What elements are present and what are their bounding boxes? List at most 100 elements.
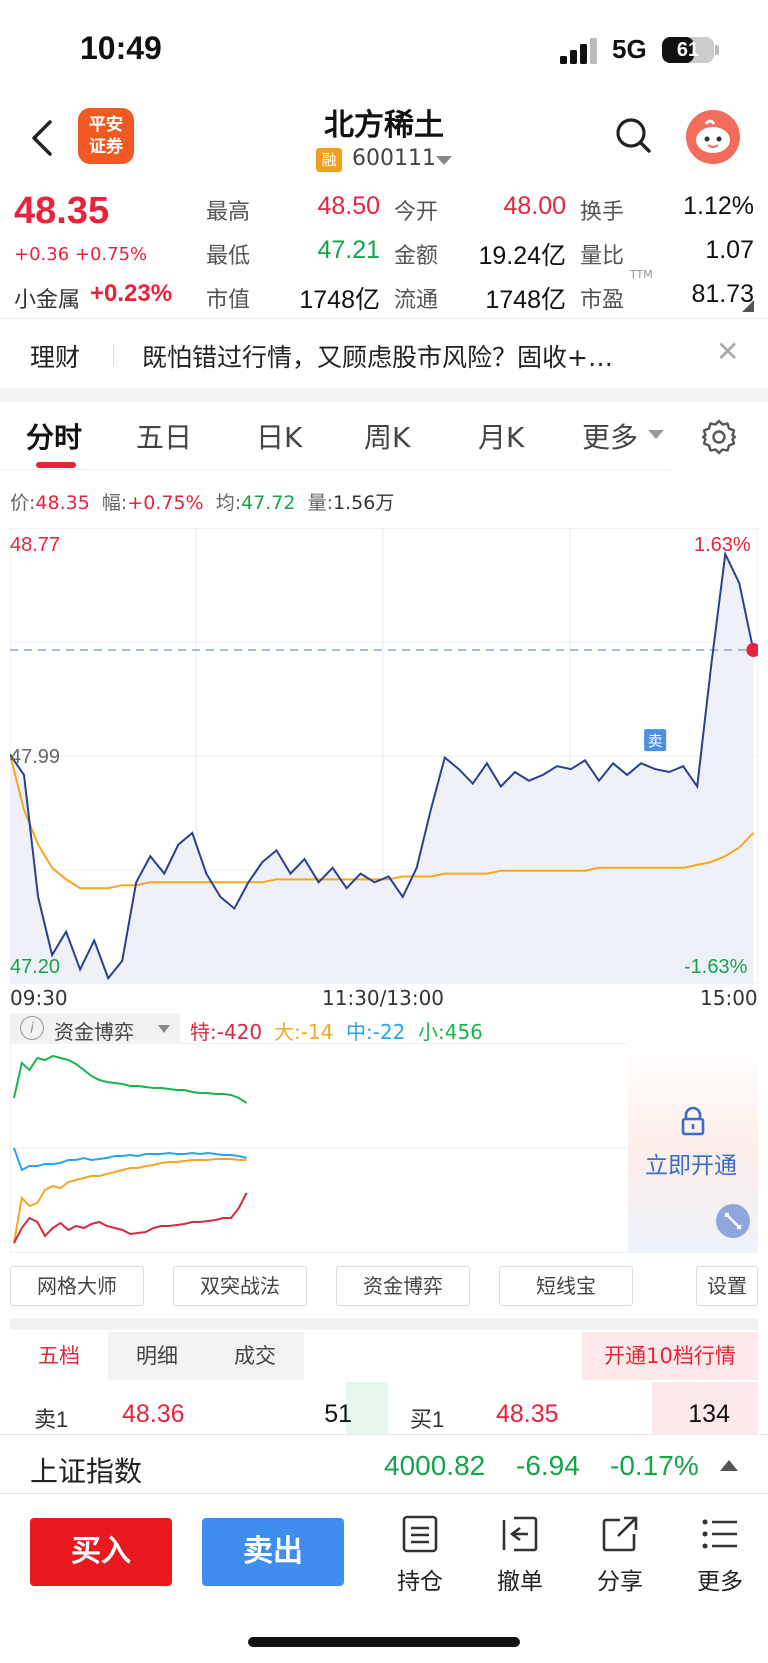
more-menu-icon[interactable]: [700, 1514, 740, 1558]
cancel-order-icon[interactable]: [500, 1514, 540, 1558]
banner-text[interactable]: 既怕错过行情，又顾虑股市风险？固收+…: [142, 338, 690, 374]
quote-label-open: 今开: [394, 200, 439, 225]
banner-divider: [113, 344, 114, 366]
tool-double-breakout[interactable]: 双突战法: [173, 1266, 307, 1306]
summary-amp-label: 幅:: [101, 492, 128, 514]
signal-icon: [560, 38, 602, 68]
quote-label-high: 最高: [206, 200, 251, 225]
index-change: -6.94: [516, 1450, 580, 1481]
unlock-button[interactable]: 立即开通: [645, 1146, 737, 1180]
active-tab-indicator: [36, 462, 76, 468]
pct-axis-top: 1.63%: [694, 534, 751, 556]
sell1-label: 卖1: [34, 1407, 69, 1432]
fund-flow-medium: 中:-22: [346, 1020, 406, 1044]
last-price: 48.35: [14, 190, 110, 232]
tab-daily-k[interactable]: 日K: [256, 416, 302, 456]
share-icon[interactable]: [600, 1514, 640, 1558]
tool-settings[interactable]: 设置: [696, 1266, 758, 1306]
section-gap: [0, 388, 768, 402]
sell-button[interactable]: 卖出: [202, 1518, 344, 1586]
gear-icon[interactable]: [700, 418, 738, 460]
quote-value-amount: 19.24亿: [478, 242, 566, 270]
summary-avg-label: 均:: [215, 492, 242, 514]
index-pct: -0.17%: [610, 1450, 699, 1481]
quote-value-volume-ratio: 1.07: [705, 236, 754, 264]
info-icon[interactable]: i: [20, 1016, 44, 1040]
fund-flow-large: 大:-14: [274, 1020, 334, 1044]
stock-code[interactable]: 600111: [352, 146, 436, 171]
sell-marker-label: 卖: [648, 732, 663, 750]
tool-short-line[interactable]: 短线宝: [499, 1266, 633, 1306]
battery-icon: 61: [662, 37, 714, 63]
summary-price: 48.35: [35, 492, 90, 514]
sell-marker[interactable]: 卖: [644, 729, 667, 752]
tabs-divider: [0, 469, 670, 470]
quote-value-pe: 81.73: [691, 280, 754, 308]
summary-price-label: 价:: [10, 492, 36, 514]
y-axis-bottom: 47.20: [10, 956, 61, 978]
open-level10-button[interactable]: 开通10档行情: [582, 1332, 758, 1380]
fund-flow-small: 小:456: [418, 1020, 483, 1044]
quote-value-market-cap: 1748亿: [299, 286, 380, 314]
buy-button[interactable]: 买入: [30, 1518, 172, 1586]
status-time: 10:49: [80, 30, 162, 66]
buy1-price: 48.35: [496, 1400, 559, 1428]
time-axis-mid: 11:30/13:00: [322, 986, 445, 1010]
holdings-label[interactable]: 持仓: [390, 1562, 450, 1596]
lock-icon[interactable]: [680, 1106, 706, 1140]
holdings-icon[interactable]: [400, 1514, 440, 1558]
tab-intraday[interactable]: 分时: [26, 416, 82, 456]
margin-tag: 融: [316, 148, 342, 172]
sell1-price: 48.36: [122, 1400, 185, 1428]
summary-vol-label: 量:: [307, 492, 333, 514]
close-icon[interactable]: ✕: [716, 335, 739, 368]
intraday-summary: 价:48.35 幅:+0.75% 均:47.72 量:1.56万: [10, 488, 394, 515]
sell1-volume-bar: [346, 1382, 388, 1434]
index-name[interactable]: 上证指数: [30, 1450, 142, 1490]
pct-axis-bottom: -1.63%: [684, 956, 748, 978]
search-icon[interactable]: [614, 116, 654, 160]
intraday-chart[interactable]: 卖: [10, 528, 758, 984]
home-indicator: [248, 1637, 520, 1647]
tab-more[interactable]: 更多: [582, 416, 638, 456]
quote-value-open: 48.00: [503, 192, 566, 220]
tool-fund-flow[interactable]: 资金博弈: [336, 1266, 470, 1306]
chevron-down-icon[interactable]: [436, 156, 452, 165]
sell1-volume: 51: [324, 1400, 352, 1428]
tab-five-day[interactable]: 五日: [136, 416, 192, 456]
chevron-down-icon[interactable]: [158, 1025, 170, 1033]
quote-label-amount: 金额: [394, 244, 439, 269]
quote-value-low: 47.21: [317, 236, 380, 264]
tab-details[interactable]: 明细: [108, 1332, 206, 1380]
tab-weekly-k[interactable]: 周K: [364, 416, 410, 456]
quote-label-pe: 市盈: [580, 288, 625, 313]
fund-flow-super: 特:-420: [190, 1020, 263, 1044]
more-label[interactable]: 更多: [690, 1562, 750, 1596]
chevron-up-icon[interactable]: [720, 1460, 738, 1471]
tab-monthly-k[interactable]: 月K: [478, 416, 524, 456]
battery-level: 61: [676, 39, 700, 61]
share-label[interactable]: 分享: [590, 1562, 650, 1596]
buy1-label: 买1: [410, 1407, 445, 1432]
assistant-avatar-icon[interactable]: [686, 110, 740, 164]
quote-label-low: 最低: [206, 244, 251, 269]
section-gap: [10, 1318, 758, 1330]
buy1-volume: 134: [688, 1400, 730, 1428]
fund-flow-title[interactable]: 资金博弈: [54, 1016, 134, 1045]
sector-label[interactable]: 小金属: [14, 282, 80, 314]
sector-change[interactable]: +0.23%: [90, 280, 172, 308]
banner-tag[interactable]: 理财: [30, 338, 80, 374]
quote-label-float: 流通: [394, 288, 439, 313]
expand-corner-icon[interactable]: [742, 300, 754, 312]
cancel-order-label[interactable]: 撤单: [490, 1562, 550, 1596]
expand-icon[interactable]: [716, 1204, 750, 1238]
price-change: +0.36 +0.75%: [14, 244, 148, 265]
tab-trades[interactable]: 成交: [206, 1332, 304, 1380]
quote-label-turnover: 换手: [580, 200, 625, 225]
network-type: 5G: [612, 34, 647, 64]
tool-grid-master[interactable]: 网格大师: [10, 1266, 144, 1306]
tab-order-book[interactable]: 五档: [10, 1332, 108, 1380]
chevron-down-icon[interactable]: [648, 430, 664, 439]
y-axis-mid: 47.99: [10, 746, 61, 768]
summary-avg: 47.72: [241, 492, 296, 514]
